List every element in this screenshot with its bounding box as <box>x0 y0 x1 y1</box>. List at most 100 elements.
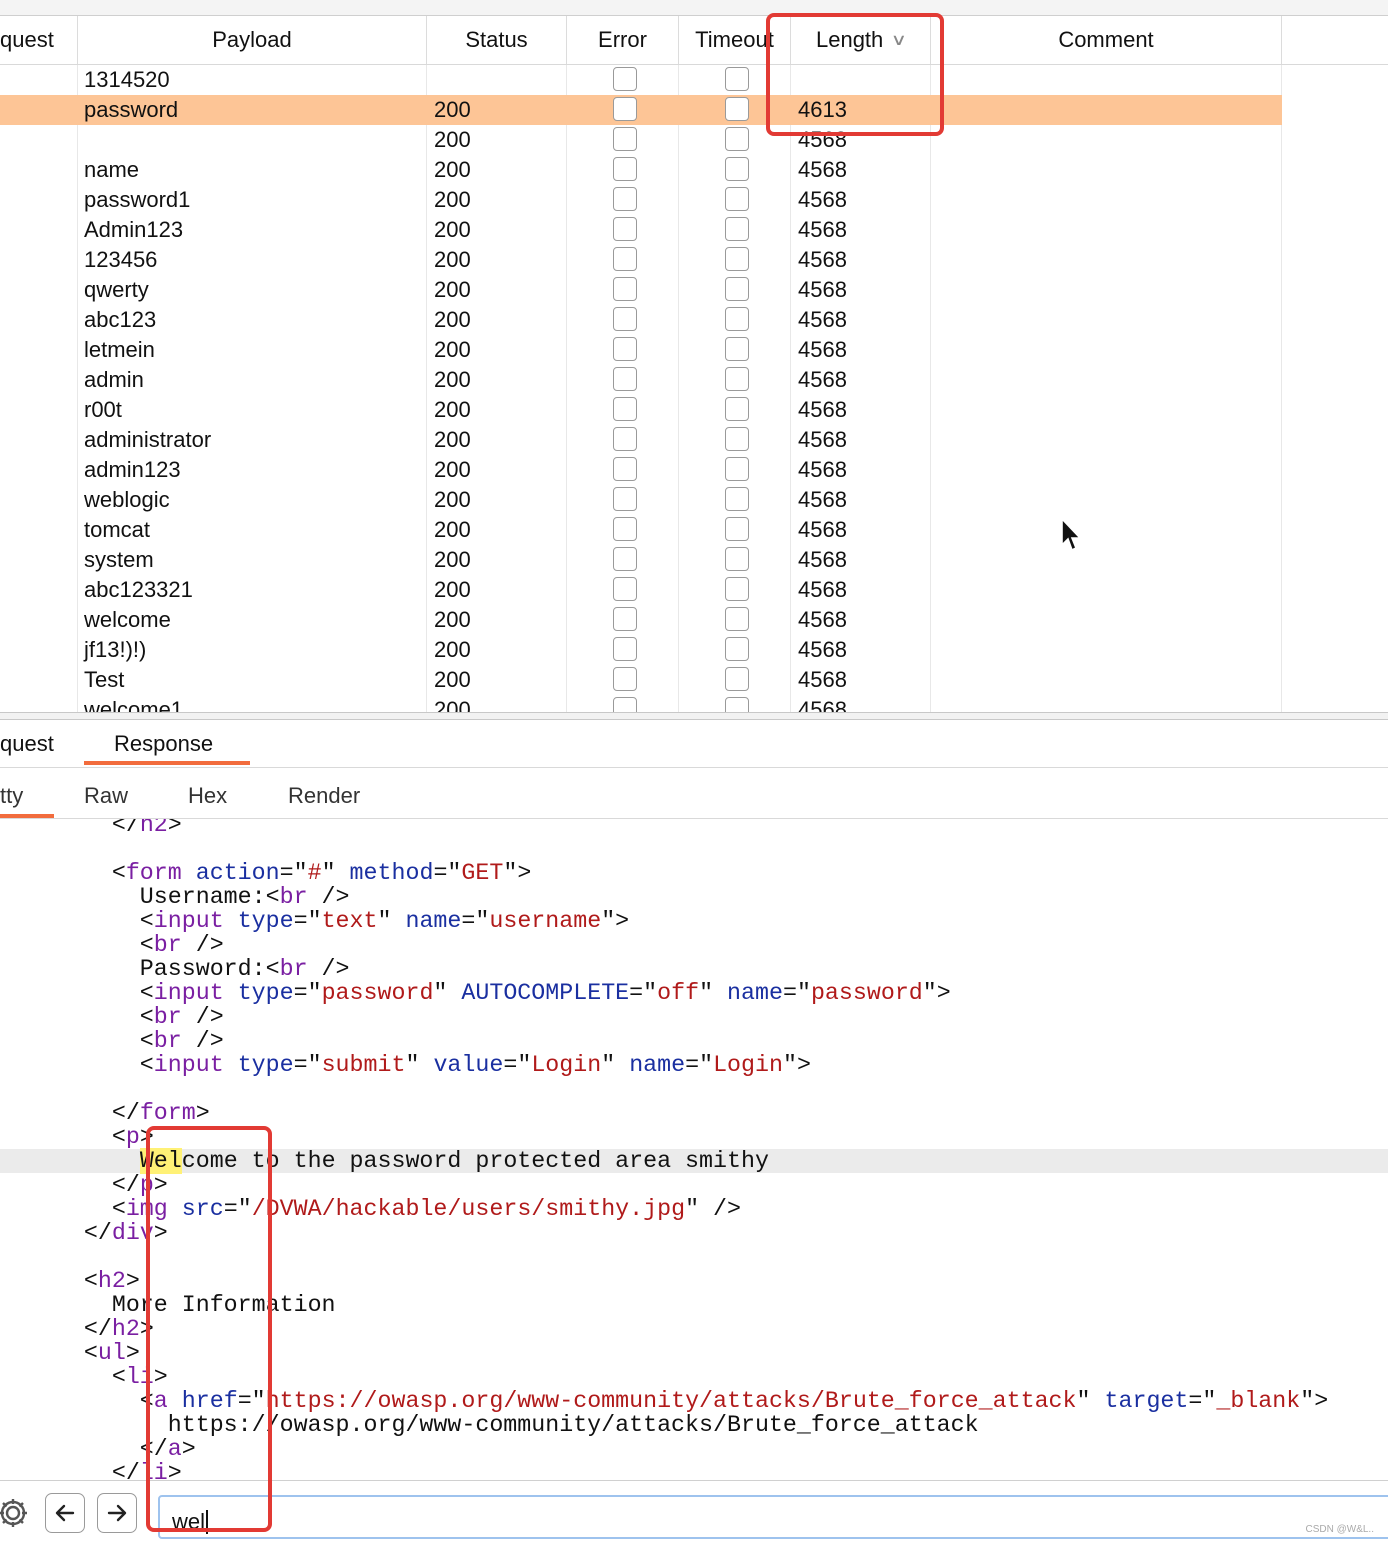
error-checkbox[interactable] <box>613 457 637 481</box>
timeout-checkbox[interactable] <box>725 697 749 712</box>
timeout-checkbox[interactable] <box>725 457 749 481</box>
timeout-checkbox[interactable] <box>725 427 749 451</box>
payload-cell: admin123 <box>84 457 181 482</box>
timeout-checkbox[interactable] <box>725 547 749 571</box>
timeout-checkbox[interactable] <box>725 367 749 391</box>
column-header-status[interactable]: Status <box>427 16 567 64</box>
table-row[interactable]: Test 200 4568 <box>0 665 1282 695</box>
error-checkbox[interactable] <box>613 67 637 91</box>
payload-cell: weblogic <box>84 487 170 512</box>
results-table-header: quest Payload Status Error Timeout Lengt… <box>0 16 1388 65</box>
table-row[interactable]: letmein 200 4568 <box>0 335 1282 365</box>
search-input[interactable]: wel <box>158 1495 1388 1539</box>
table-row[interactable]: admin 200 4568 <box>0 365 1282 395</box>
table-row[interactable]: welcome 200 4568 <box>0 605 1282 635</box>
code-line: </p> <box>0 1173 1388 1197</box>
timeout-checkbox[interactable] <box>725 397 749 421</box>
timeout-checkbox[interactable] <box>725 667 749 691</box>
table-row[interactable]: tomcat 200 4568 <box>0 515 1282 545</box>
error-checkbox[interactable] <box>613 277 637 301</box>
tab-pretty[interactable]: tty <box>0 768 23 818</box>
error-checkbox[interactable] <box>613 367 637 391</box>
timeout-checkbox[interactable] <box>725 157 749 181</box>
table-row[interactable]: administrator 200 4568 <box>0 425 1282 455</box>
error-checkbox[interactable] <box>613 697 637 712</box>
code-token: < <box>0 932 154 958</box>
table-row[interactable]: password 200 4613 <box>0 95 1282 125</box>
table-row[interactable]: system 200 4568 <box>0 545 1282 575</box>
table-row[interactable]: 1314520 <box>0 65 1282 95</box>
code-line: </h2> <box>0 1317 1388 1341</box>
error-checkbox[interactable] <box>613 487 637 511</box>
timeout-checkbox[interactable] <box>725 277 749 301</box>
error-checkbox[interactable] <box>613 397 637 421</box>
table-row[interactable]: weblogic 200 4568 <box>0 485 1282 515</box>
previous-match-button[interactable] <box>45 1493 85 1533</box>
column-header-length[interactable]: Length ∨ <box>791 16 931 64</box>
response-body-editor[interactable]: </h2> <form action="#" method="GET"> Use… <box>0 819 1388 1479</box>
error-checkbox[interactable] <box>613 607 637 631</box>
code-line: </div> <box>0 1221 1388 1245</box>
timeout-checkbox[interactable] <box>725 577 749 601</box>
code-line: </form> <box>0 1101 1388 1125</box>
table-row[interactable]: name 200 4568 <box>0 155 1282 185</box>
table-row[interactable]: jf13!)!) 200 4568 <box>0 635 1282 665</box>
length-cell: 4568 <box>798 217 847 242</box>
error-checkbox[interactable] <box>613 517 637 541</box>
tab-response[interactable]: Response <box>114 719 213 767</box>
table-row[interactable]: abc123 200 4568 <box>0 305 1282 335</box>
table-row[interactable]: password1 200 4568 <box>0 185 1282 215</box>
error-checkbox[interactable] <box>613 97 637 121</box>
table-row[interactable]: 123456 200 4568 <box>0 245 1282 275</box>
timeout-checkbox[interactable] <box>725 217 749 241</box>
table-row[interactable]: r00t 200 4568 <box>0 395 1282 425</box>
table-row[interactable]: admin123 200 4568 <box>0 455 1282 485</box>
length-cell: 4568 <box>798 127 847 152</box>
timeout-checkbox[interactable] <box>725 67 749 91</box>
table-row[interactable]: qwerty 200 4568 <box>0 275 1282 305</box>
settings-gear-icon[interactable] <box>0 1493 32 1533</box>
next-match-button[interactable] <box>97 1493 137 1533</box>
error-checkbox[interactable] <box>613 577 637 601</box>
tab-request[interactable]: quest <box>0 719 54 767</box>
tab-render[interactable]: Render <box>288 768 360 818</box>
error-checkbox[interactable] <box>613 667 637 691</box>
table-row[interactable]: welcome1 200 4568 <box>0 695 1282 712</box>
error-checkbox[interactable] <box>613 247 637 271</box>
code-token: < <box>0 1004 154 1030</box>
status-cell: 200 <box>434 637 471 662</box>
tab-hex[interactable]: Hex <box>188 768 227 818</box>
timeout-checkbox[interactable] <box>725 307 749 331</box>
timeout-checkbox[interactable] <box>725 517 749 541</box>
error-checkbox[interactable] <box>613 637 637 661</box>
error-checkbox[interactable] <box>613 187 637 211</box>
error-checkbox[interactable] <box>613 217 637 241</box>
error-checkbox[interactable] <box>613 307 637 331</box>
error-checkbox[interactable] <box>613 337 637 361</box>
tab-raw[interactable]: Raw <box>84 768 128 818</box>
column-header-request[interactable]: quest <box>0 16 78 64</box>
code-token: =" <box>223 1196 252 1222</box>
timeout-checkbox[interactable] <box>725 247 749 271</box>
table-row[interactable]: 200 4568 <box>0 125 1282 155</box>
timeout-checkbox[interactable] <box>725 127 749 151</box>
timeout-checkbox[interactable] <box>725 337 749 361</box>
timeout-checkbox[interactable] <box>725 97 749 121</box>
code-token: _blank <box>1216 1388 1301 1414</box>
error-checkbox[interactable] <box>613 427 637 451</box>
column-header-comment[interactable]: Comment <box>931 16 1282 64</box>
error-checkbox[interactable] <box>613 157 637 181</box>
table-row[interactable]: abc123321 200 4568 <box>0 575 1282 605</box>
length-cell: 4568 <box>798 307 847 332</box>
error-checkbox[interactable] <box>613 127 637 151</box>
error-checkbox[interactable] <box>613 547 637 571</box>
column-header-timeout[interactable]: Timeout <box>679 16 791 64</box>
column-header-error[interactable]: Error <box>567 16 679 64</box>
timeout-checkbox[interactable] <box>725 607 749 631</box>
table-row[interactable]: Admin123 200 4568 <box>0 215 1282 245</box>
column-header-payload[interactable]: Payload <box>78 16 427 64</box>
timeout-checkbox[interactable] <box>725 187 749 211</box>
timeout-checkbox[interactable] <box>725 487 749 511</box>
timeout-checkbox[interactable] <box>725 637 749 661</box>
